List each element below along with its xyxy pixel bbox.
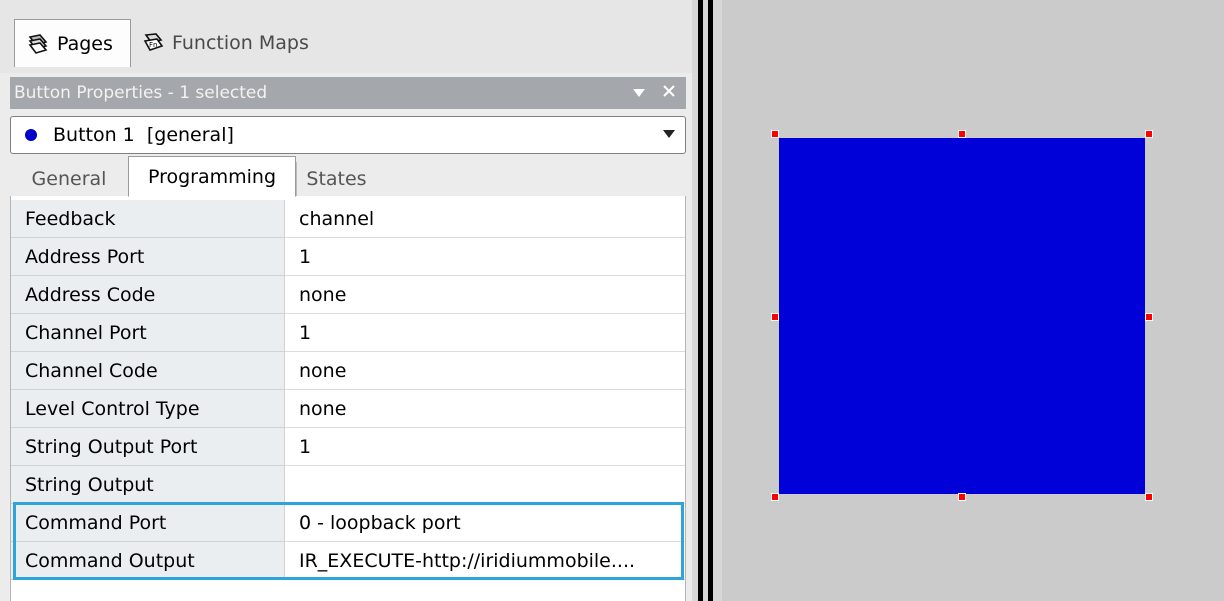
tab-programming[interactable]: Programming — [128, 156, 296, 197]
tab-states[interactable]: States — [296, 162, 376, 196]
property-row-channel-port[interactable]: Channel Port 1 — [11, 314, 685, 352]
property-row-channel-code[interactable]: Channel Code none — [11, 352, 685, 390]
panel-title: Button Properties - 1 selected — [14, 83, 268, 103]
button-selector-value: Button 1 [general] — [53, 124, 234, 146]
property-name: String Output — [11, 466, 285, 504]
panel-header: Button Properties - 1 selected — [10, 77, 686, 109]
property-row-string-output-port[interactable]: String Output Port 1 — [11, 428, 685, 466]
property-name: Feedback — [11, 200, 285, 238]
property-value[interactable]: channel — [285, 200, 685, 238]
property-value[interactable]: none — [285, 352, 685, 390]
resize-handle[interactable] — [958, 130, 966, 138]
property-row-level-control-type[interactable]: Level Control Type none — [11, 390, 685, 428]
resize-handle[interactable] — [771, 313, 779, 321]
property-row-address-code[interactable]: Address Code none — [11, 276, 685, 314]
properties-panel: Pages Fn Function Maps Button Properties… — [0, 0, 692, 601]
tab-function-maps[interactable]: Fn Function Maps — [132, 19, 342, 67]
resize-handle[interactable] — [1145, 493, 1153, 501]
property-value[interactable] — [285, 466, 685, 504]
selected-button-element[interactable] — [779, 138, 1145, 494]
property-grid: Feedback channel Address Port 1 Address … — [10, 196, 686, 601]
resize-handle[interactable] — [771, 130, 779, 138]
tab-general[interactable]: General — [10, 162, 128, 196]
property-row-address-port[interactable]: Address Port 1 — [11, 238, 685, 276]
tab-pages-label: Pages — [57, 32, 113, 55]
property-name: Command Output — [11, 542, 285, 580]
function-maps-icon: Fn — [140, 30, 166, 56]
button-selector[interactable]: Button 1 [general] — [10, 116, 686, 154]
property-row-command-port[interactable]: Command Port 0 - loopback port — [11, 504, 685, 542]
property-name: Channel Port — [11, 314, 285, 352]
button-color-icon — [25, 129, 37, 141]
property-value[interactable]: 1 — [285, 238, 685, 276]
resize-handle[interactable] — [958, 493, 966, 501]
property-name: Address Code — [11, 276, 285, 314]
divider-line — [708, 0, 713, 601]
property-name: Channel Code — [11, 352, 285, 390]
panel-divider[interactable] — [692, 0, 722, 601]
property-value[interactable]: 1 — [285, 428, 685, 466]
resize-handle[interactable] — [1145, 130, 1153, 138]
property-name: Command Port — [11, 504, 285, 542]
chevron-down-icon[interactable] — [632, 83, 646, 103]
top-tab-bar: Pages Fn Function Maps — [0, 0, 692, 73]
property-value[interactable]: 1 — [285, 314, 685, 352]
pages-icon — [25, 31, 51, 57]
property-name: Level Control Type — [11, 390, 285, 428]
property-value[interactable]: IR_EXECUTE-http://iridiummobile.... — [285, 542, 685, 580]
property-value[interactable]: none — [285, 390, 685, 428]
divider-line — [698, 0, 703, 601]
close-icon[interactable] — [662, 83, 676, 103]
property-name: Address Port — [11, 238, 285, 276]
property-row-feedback[interactable]: Feedback channel — [11, 200, 685, 238]
tab-function-maps-label: Function Maps — [172, 32, 309, 54]
property-row-string-output[interactable]: String Output — [11, 466, 685, 504]
resize-handle[interactable] — [1145, 313, 1153, 321]
property-tabs: General Programming States — [10, 156, 686, 197]
property-value[interactable]: none — [285, 276, 685, 314]
property-value[interactable]: 0 - loopback port — [285, 504, 685, 542]
tab-pages[interactable]: Pages — [14, 19, 131, 67]
property-row-command-output[interactable]: Command Output IR_EXECUTE-http://iridium… — [11, 542, 685, 580]
svg-text:Fn: Fn — [149, 41, 157, 49]
property-name: String Output Port — [11, 428, 285, 466]
resize-handle[interactable] — [771, 493, 779, 501]
dropdown-caret-icon — [663, 130, 675, 138]
